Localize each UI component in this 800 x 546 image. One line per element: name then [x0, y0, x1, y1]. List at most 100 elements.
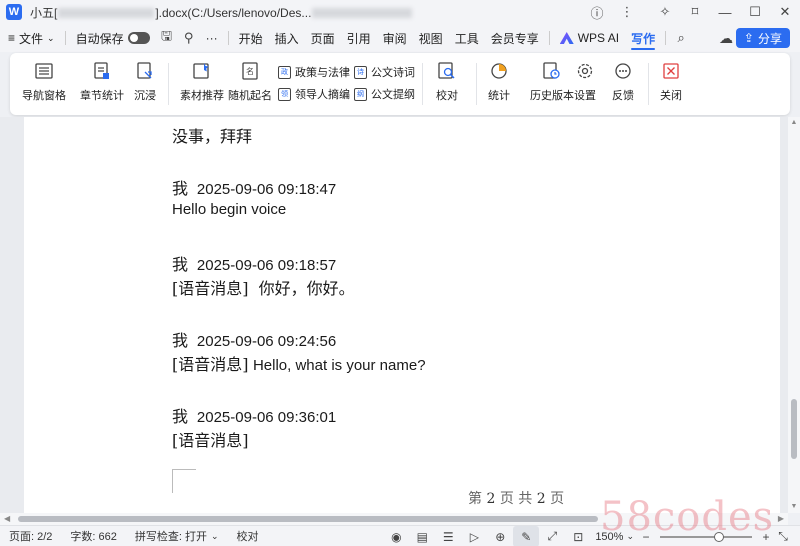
title-prefix: 小五[ [30, 5, 58, 20]
title-path: ].docx(C:/Users/lenovo/Des... [155, 5, 312, 20]
name-card-icon: 名 [240, 61, 260, 81]
settings-label: 设置 [574, 90, 596, 102]
policy-law-label: 政策与法律 [295, 67, 350, 79]
document-page[interactable]: 没事，拜拜 我 2025-09-06 09:18:47 Hello begin … [24, 117, 780, 513]
tab-wps-ai[interactable]: WPS AI [554, 24, 625, 52]
outline-icon: 纲 [354, 87, 367, 101]
chevron-down-icon: ⌄ [47, 32, 55, 43]
pin-icon[interactable]: ✧ [650, 0, 680, 24]
scroll-left-icon[interactable]: ◀ [4, 514, 10, 523]
random-name-button[interactable]: 名 随机起名 [228, 61, 272, 107]
message-text: 你好，你好。 [258, 279, 355, 298]
page-indicator[interactable]: 页面: 2/2 [0, 528, 61, 544]
separator [227, 31, 229, 45]
chevron-down-icon: ⌄ [211, 530, 219, 541]
horizontal-scroll-thumb[interactable] [18, 516, 598, 522]
share-button[interactable]: ⇪ 分享 [735, 28, 790, 48]
zoom-level[interactable]: 150% ⌄ [591, 531, 638, 543]
material-button[interactable]: 素材推荐 [180, 61, 224, 107]
scroll-right-icon[interactable]: ▶ [778, 514, 784, 523]
tab-home[interactable]: 开始 [233, 24, 269, 52]
policy-law-button[interactable]: 政 政策与法律 [278, 63, 350, 81]
feedback-label: 反馈 [612, 90, 634, 102]
leader-excerpt-label: 领导人摘编 [295, 89, 350, 101]
doc-line: [语音消息] [172, 427, 249, 451]
statistics-button[interactable]: 统计 [488, 61, 510, 107]
info-icon[interactable]: ⓘ [582, 0, 612, 24]
message-time: 2025-09-06 09:24:56 [196, 333, 337, 350]
zoom-slider[interactable] [660, 531, 752, 542]
tab-insert[interactable]: 插入 [269, 24, 305, 52]
leader-icon: 领 [278, 87, 291, 101]
fit-page-icon[interactable]: ⊡ [565, 526, 591, 546]
separator [665, 31, 667, 45]
more-icon[interactable]: ⋮ [612, 0, 642, 24]
format-painter-icon[interactable]: ⚲ [178, 24, 200, 52]
pen-icon[interactable]: ✎ [513, 526, 540, 546]
toggle-switch[interactable] [127, 32, 150, 44]
spell-check-toggle[interactable]: 拼写检查: 打开 ⌄ [126, 528, 228, 544]
leader-excerpt-button[interactable]: 领 领导人摘编 [278, 85, 350, 103]
cloud-upload-icon[interactable]: ☁ [716, 28, 736, 48]
nav-pane-label: 导航窗格 [22, 90, 66, 102]
svg-text:名: 名 [246, 66, 254, 76]
tab-view[interactable]: 视图 [413, 24, 449, 52]
separator [422, 63, 423, 105]
official-poetry-button[interactable]: 诗 公文诗词 [354, 63, 415, 81]
eye-icon[interactable]: ◉ [383, 526, 409, 546]
tab-member[interactable]: 会员专享 [485, 24, 545, 52]
tab-references[interactable]: 引用 [341, 24, 377, 52]
search-icon[interactable]: ⌕ [670, 24, 692, 52]
tab-tools[interactable]: 工具 [449, 24, 485, 52]
minimize-button[interactable]: — [710, 0, 740, 24]
maximize-button[interactable]: ☐ [740, 0, 770, 24]
wps-ai-icon [559, 32, 574, 44]
statistics-label: 统计 [488, 90, 510, 102]
vertical-scroll-thumb[interactable] [791, 399, 797, 459]
page-view-icon[interactable]: ▤ [409, 526, 435, 546]
resize-grip-icon[interactable]: ⤡ [774, 526, 792, 546]
close-window-button[interactable]: ✕ [770, 0, 800, 24]
outline-view-icon[interactable]: ☰ [435, 526, 461, 546]
web-view-icon[interactable]: ⊕ [487, 526, 513, 546]
history-icon [542, 61, 562, 81]
more-button[interactable]: ··· [200, 24, 224, 52]
save-icon[interactable]: 🖫 [156, 24, 178, 52]
zoom-slider-knob[interactable] [714, 531, 724, 542]
play-icon[interactable]: ▷ [461, 526, 487, 546]
proofread-button[interactable]: 校对 [436, 61, 458, 107]
close-writing-button[interactable]: 关闭 [660, 61, 682, 107]
vertical-scrollbar[interactable]: ▲ ▼ [788, 117, 800, 513]
history-button[interactable]: 历史版本 [530, 61, 574, 107]
speaker-name: 我 [172, 179, 189, 198]
hamburger-icon: ≡ [8, 31, 16, 45]
autosave-toggle[interactable]: 自动保存 [70, 24, 156, 52]
settings-button[interactable]: 设置 [574, 61, 596, 107]
word-count[interactable]: 字数: 662 [61, 528, 125, 544]
pie-chart-icon [489, 61, 509, 81]
immersive-button[interactable]: 沉浸 [134, 61, 156, 107]
scroll-up-icon[interactable]: ▲ [790, 119, 798, 127]
material-icon [192, 61, 212, 81]
tab-review[interactable]: 审阅 [377, 24, 413, 52]
separator [648, 63, 649, 105]
tab-writing[interactable]: 写作 [625, 24, 661, 52]
nav-pane-button[interactable]: 导航窗格 [22, 61, 66, 107]
brush-icon[interactable]: ⌑ [680, 0, 710, 24]
fullscreen-icon[interactable]: ⤢ [539, 526, 565, 546]
official-outline-button[interactable]: 纲 公文提纲 [354, 85, 415, 103]
zoom-out-icon[interactable]: − [638, 526, 654, 546]
proof-status[interactable]: 校对 [228, 528, 268, 544]
menu-bar: ≡ 文件 ⌄ 自动保存 🖫 ⚲ ··· 开始 插入 页面 引用 审阅 视图 工具… [0, 24, 800, 52]
chapter-stats-button[interactable]: 章节统计 [80, 61, 124, 107]
tab-page[interactable]: 页面 [305, 24, 341, 52]
file-menu[interactable]: ≡ 文件 ⌄ [0, 24, 61, 52]
share-icon: ⇪ [743, 31, 754, 45]
policy-icon: 政 [278, 65, 291, 79]
scroll-down-icon[interactable]: ▼ [790, 503, 798, 511]
horizontal-scrollbar[interactable]: ◀ ▶ [0, 513, 788, 525]
feedback-button[interactable]: 反馈 [612, 61, 634, 107]
zoom-in-icon[interactable]: + [758, 526, 774, 546]
official-outline-label: 公文提纲 [371, 89, 415, 101]
page-footer: 第 2 页 共 2 页 [468, 491, 565, 507]
